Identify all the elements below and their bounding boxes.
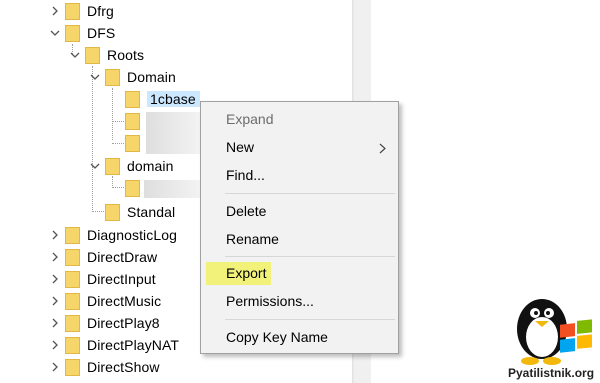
tree-item-domain-lower[interactable]: domain xyxy=(88,155,174,177)
context-menu: Expand New Find... Delete Rename Export … xyxy=(200,101,399,354)
chevron-right-icon[interactable] xyxy=(48,338,62,352)
tree-item-label: Dfrg xyxy=(87,3,114,19)
folder-icon xyxy=(105,157,120,175)
chevron-down-icon[interactable] xyxy=(48,26,62,40)
tree-item-directplaynat[interactable]: DirectPlayNAT xyxy=(48,334,179,356)
tree-item-hidden[interactable] xyxy=(125,132,147,154)
tree-item-directinput[interactable]: DirectInput xyxy=(48,268,156,290)
menu-item-label: Rename xyxy=(226,231,279,247)
tree-item-label: Domain xyxy=(127,69,176,85)
tree-item-label: DirectPlayNAT xyxy=(87,337,180,353)
tree-item-roots[interactable]: Roots xyxy=(68,44,144,66)
tree-item-label: DirectPlay8 xyxy=(87,315,160,331)
folder-icon xyxy=(65,248,80,266)
menu-item-label: Expand xyxy=(226,111,274,127)
tree-item-hidden[interactable] xyxy=(125,110,147,132)
chevron-right-icon[interactable] xyxy=(48,272,62,286)
tree-item-label: DirectShow xyxy=(87,359,160,375)
tree-item-1cbase[interactable]: 1cbase xyxy=(125,88,200,110)
menu-separator xyxy=(225,256,395,257)
folder-icon xyxy=(65,270,80,288)
tree-item-label-selected: 1cbase xyxy=(147,91,200,107)
tree-item-label: DirectMusic xyxy=(87,293,162,309)
folder-icon xyxy=(65,226,80,244)
folder-icon xyxy=(125,134,140,152)
menu-item-label: Permissions... xyxy=(226,293,314,309)
blurred-label xyxy=(146,112,200,154)
menu-item-export[interactable]: Export xyxy=(201,262,398,285)
folder-icon xyxy=(65,314,80,332)
folder-icon xyxy=(105,68,120,86)
tree-item-label: DirectDraw xyxy=(87,249,158,265)
menu-item-new[interactable]: New xyxy=(201,136,398,158)
menu-separator xyxy=(225,319,395,320)
folder-icon xyxy=(125,112,140,130)
tree-item-directshow[interactable]: DirectShow xyxy=(48,356,160,378)
tree-item-label: Roots xyxy=(107,47,145,63)
tree-item-directdraw[interactable]: DirectDraw xyxy=(48,246,157,268)
chevron-right-icon[interactable] xyxy=(48,250,62,264)
submenu-arrow-icon xyxy=(379,141,386,157)
tree-item-label: DirectInput xyxy=(87,271,156,287)
menu-separator xyxy=(225,193,395,194)
chevron-down-icon[interactable] xyxy=(68,48,82,62)
chevron-down-icon[interactable] xyxy=(88,159,102,173)
menu-item-label: Copy Key Name xyxy=(226,329,328,345)
chevron-right-icon[interactable] xyxy=(48,4,62,18)
menu-item-copy-key-name[interactable]: Copy Key Name xyxy=(201,326,398,348)
menu-item-delete[interactable]: Delete xyxy=(201,200,398,222)
folder-icon xyxy=(65,24,80,42)
tree-item-directplay8[interactable]: DirectPlay8 xyxy=(48,312,160,334)
chevron-right-icon[interactable] xyxy=(48,228,62,242)
chevron-down-icon[interactable] xyxy=(88,70,102,84)
folder-icon xyxy=(125,179,140,197)
menu-item-label: New xyxy=(226,139,255,155)
folder-icon xyxy=(65,2,80,20)
menu-item-find[interactable]: Find... xyxy=(201,164,398,186)
tree-item-label: DFS xyxy=(87,25,116,41)
folder-icon xyxy=(65,336,80,354)
tree-item-diagnosticlog[interactable]: DiagnosticLog xyxy=(48,224,177,246)
tree-item-dfs[interactable]: DFS xyxy=(48,22,115,44)
folder-icon xyxy=(125,90,140,108)
chevron-right-icon[interactable] xyxy=(48,316,62,330)
folder-icon xyxy=(105,203,120,221)
tree-item-standalone[interactable]: Standal xyxy=(105,201,175,223)
tree-item-label: DiagnosticLog xyxy=(87,227,178,243)
menu-item-rename[interactable]: Rename xyxy=(201,228,398,250)
folder-icon xyxy=(65,358,80,376)
menu-item-permissions[interactable]: Permissions... xyxy=(201,290,398,312)
blurred-label xyxy=(144,180,200,198)
watermark-text: Pyatilistnik.org xyxy=(508,366,595,380)
tree-item-label: domain xyxy=(127,158,174,174)
chevron-right-icon[interactable] xyxy=(48,294,62,308)
tree-item-dfrg[interactable]: Dfrg xyxy=(48,0,114,22)
menu-item-expand[interactable]: Expand xyxy=(201,108,398,130)
folder-icon xyxy=(85,46,100,64)
tree-item-directmusic[interactable]: DirectMusic xyxy=(48,290,161,312)
folder-icon xyxy=(65,292,80,310)
chevron-right-icon[interactable] xyxy=(48,360,62,374)
menu-item-label: Export xyxy=(226,265,267,281)
menu-item-label: Delete xyxy=(226,203,267,219)
menu-item-label: Find... xyxy=(226,167,265,183)
tree-item-label: Standal xyxy=(127,204,176,220)
tree-item-domain[interactable]: Domain xyxy=(88,66,176,88)
